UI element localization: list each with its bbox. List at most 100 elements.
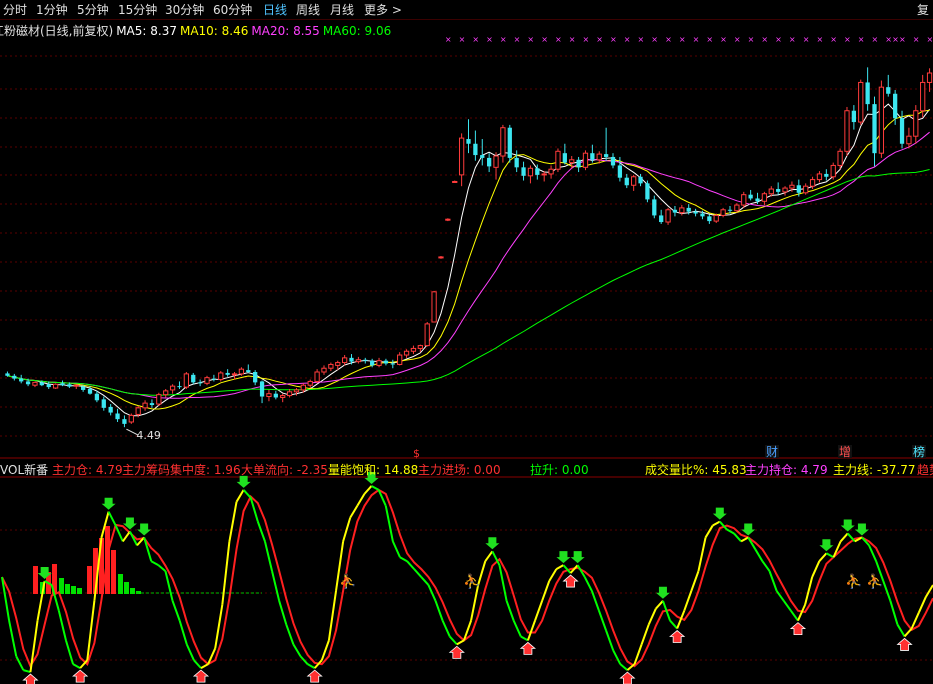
candle-body xyxy=(527,167,534,177)
candle-body xyxy=(390,363,395,365)
candle-body xyxy=(727,209,733,211)
runner-icon: ⛹ xyxy=(866,572,883,590)
candle-body xyxy=(431,291,437,323)
candle-body xyxy=(844,110,850,152)
candle-body xyxy=(246,370,251,372)
candle-body xyxy=(493,155,499,168)
candle-body xyxy=(652,199,657,216)
candle-body xyxy=(926,72,933,83)
candle-body xyxy=(342,357,348,364)
candle-body xyxy=(610,156,616,166)
indicator-main-segment xyxy=(761,560,771,572)
indicator-main-segment xyxy=(669,619,678,630)
indicator-main-segment xyxy=(356,493,366,507)
indicator-main-segment xyxy=(505,600,515,621)
event-marker: $ xyxy=(413,447,420,460)
candle-body xyxy=(349,357,354,362)
candle-body xyxy=(355,359,362,363)
indicator-main-segment xyxy=(825,552,834,559)
candle-body xyxy=(803,185,809,194)
volume-bar xyxy=(65,584,70,594)
indicator-main-segment xyxy=(193,659,202,669)
candle-body xyxy=(837,150,843,166)
candle-body xyxy=(135,407,141,415)
indicator-main-segment xyxy=(754,548,764,562)
candle-body xyxy=(452,180,458,183)
candle-body xyxy=(19,378,24,382)
indicator-main-segment xyxy=(285,624,295,645)
indicator-main-segment xyxy=(526,620,536,641)
indicator-main-segment xyxy=(200,663,209,669)
candle-body xyxy=(906,135,912,145)
indicator-main-segment xyxy=(882,580,892,602)
indicator-main-segment xyxy=(242,489,252,499)
signal-x-mark: × xyxy=(913,35,920,44)
candle-body xyxy=(300,384,306,391)
candle-body xyxy=(383,360,389,364)
candle-body xyxy=(713,214,719,222)
indicator-main-segment xyxy=(143,537,153,562)
indicator-info-line: VOL新番 主力仓: 4.79 主力筹码集中度: 1.96 大单流向: -2.35 量能… xyxy=(0,461,933,477)
signal-x-mark: × xyxy=(445,35,452,44)
signal-x-mark: × xyxy=(720,35,727,44)
indicator-main-segment xyxy=(917,596,927,614)
indicator-main-segment xyxy=(342,517,352,542)
candle-body xyxy=(293,389,300,393)
indicator-main-segment xyxy=(57,610,67,641)
candle-body xyxy=(776,189,781,192)
indicator-main-segment xyxy=(278,600,288,625)
chart-canvas: 4.49 × × × × × × × × × × × × × × × × × × × × × × × × × × × × × × × × × × × ×… xyxy=(0,35,933,684)
signal-x-mark: × xyxy=(872,35,879,44)
candle-body xyxy=(52,383,59,389)
indicator-item-3: 量能饱和: 14.88 xyxy=(328,463,419,477)
candle-body xyxy=(335,362,341,366)
candle-body xyxy=(809,179,816,187)
candle-body xyxy=(108,406,113,413)
indicator-main-segment xyxy=(520,635,529,642)
tag-label-2: 榜 xyxy=(913,444,925,459)
candle-body xyxy=(101,399,106,408)
indicator-main-segment xyxy=(640,624,650,645)
indicator-main-segment xyxy=(839,532,849,543)
candle-body xyxy=(225,372,230,375)
signal-x-mark: × xyxy=(734,35,741,44)
indicator-main-segment xyxy=(107,511,117,527)
candle-body xyxy=(590,153,595,160)
signal-x-mark: × xyxy=(555,35,562,44)
candle-body xyxy=(142,402,148,409)
candle-body xyxy=(707,216,712,222)
signal-x-mark: × xyxy=(789,35,796,44)
buy-arrow-icon xyxy=(562,574,579,588)
candle-body xyxy=(238,368,245,375)
candle-body xyxy=(720,209,726,216)
candle-body xyxy=(211,378,217,380)
indicator-main-segment xyxy=(420,576,430,586)
indicator-main-segment xyxy=(371,485,380,491)
sell-arrow-icon xyxy=(570,551,585,564)
candle-body xyxy=(370,360,375,366)
indicator-main-segment xyxy=(185,643,195,661)
indicator-main-segment xyxy=(399,556,408,563)
sell-arrow-icon xyxy=(712,507,727,520)
candle-body xyxy=(603,154,609,157)
indicator-main-segment xyxy=(690,570,700,592)
indicator-item-9: 趋势 xyxy=(917,463,933,477)
sell-arrow-icon xyxy=(101,497,116,510)
candle-body xyxy=(458,137,465,176)
indicator-item-7: 主力持仓: 4.79 xyxy=(745,463,828,477)
candle-body xyxy=(60,383,65,386)
candle-body xyxy=(672,209,678,213)
candle-body xyxy=(830,164,836,178)
candle-body xyxy=(39,382,44,386)
signal-x-mark: × xyxy=(830,35,837,44)
candle-body xyxy=(122,419,127,424)
signal-x-mark: × xyxy=(693,35,700,44)
candle-body xyxy=(920,81,926,112)
candle-body xyxy=(555,150,561,170)
signal-x-mark: × xyxy=(927,35,933,44)
candle-body xyxy=(886,87,891,94)
candle-body xyxy=(191,374,196,383)
indicator-main-segment xyxy=(626,663,636,671)
indicator-main-segment xyxy=(434,600,444,621)
candle-body xyxy=(410,347,417,352)
